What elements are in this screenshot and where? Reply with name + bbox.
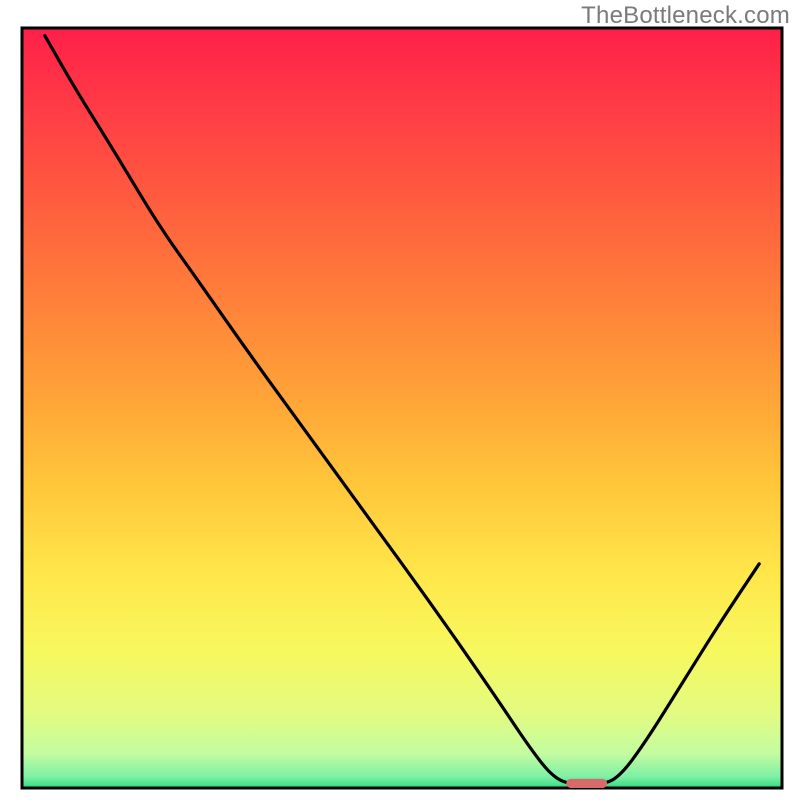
chart-frame: TheBottleneck.com <box>0 0 800 800</box>
bottleneck-curve-chart <box>0 0 800 800</box>
watermark-text: TheBottleneck.com <box>581 2 790 30</box>
optimal-marker <box>566 779 607 788</box>
plot-background <box>22 28 782 788</box>
